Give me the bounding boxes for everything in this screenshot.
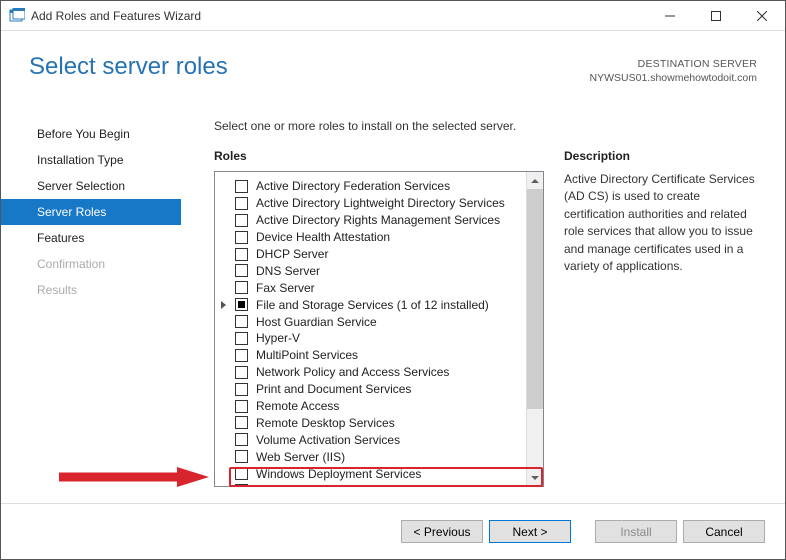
footer: < Previous Next > Install Cancel [1,503,785,559]
role-checkbox[interactable] [235,416,248,429]
role-item[interactable]: Remote Access [235,398,524,415]
role-item[interactable]: File and Storage Services (1 of 12 insta… [235,296,524,313]
role-checkbox[interactable] [235,281,248,294]
close-button[interactable] [739,1,785,31]
role-checkbox[interactable] [235,264,248,277]
next-button[interactable]: Next > [489,520,571,543]
role-label: Windows Deployment Services [256,467,421,481]
role-label: Web Server (IIS) [256,450,345,464]
role-item[interactable]: Active Directory Lightweight Directory S… [235,195,524,212]
role-label: Print and Document Services [256,382,411,396]
role-item[interactable]: MultiPoint Services [235,347,524,364]
role-item[interactable]: Remote Desktop Services [235,414,524,431]
role-item[interactable]: Hyper-V [235,330,524,347]
window-controls [647,1,785,31]
role-label: DHCP Server [256,247,328,261]
role-item[interactable]: Windows Deployment Services [235,465,524,482]
role-item[interactable]: Device Health Attestation [235,229,524,246]
role-item[interactable]: Active Directory Rights Management Servi… [235,212,524,229]
role-label: Remote Desktop Services [256,416,395,430]
role-item[interactable]: Web Server (IIS) [235,448,524,465]
role-label: Device Health Attestation [256,230,390,244]
role-checkbox[interactable] [235,366,248,379]
wizard-step-installation-type[interactable]: Installation Type [1,147,181,173]
role-label: Active Directory Lightweight Directory S… [256,196,505,210]
role-checkbox[interactable] [235,231,248,244]
wizard-step-server-selection[interactable]: Server Selection [1,173,181,199]
role-item[interactable]: Host Guardian Service [235,313,524,330]
description-column: Description Active Directory Certificate… [564,149,757,503]
roles-column: Roles Active Directory Federation Servic… [214,149,544,503]
cancel-button[interactable]: Cancel [683,520,765,543]
role-label: Host Guardian Service [256,315,377,329]
role-label: File and Storage Services (1 of 12 insta… [256,298,489,312]
role-checkbox[interactable] [235,433,248,446]
destination-label: DESTINATION SERVER [590,57,757,71]
role-item[interactable]: Network Policy and Access Services [235,364,524,381]
role-label: Network Policy and Access Services [256,365,449,379]
role-checkbox[interactable] [235,214,248,227]
wizard-icon [9,8,25,24]
role-checkbox[interactable] [235,349,248,362]
role-item[interactable]: Print and Document Services [235,381,524,398]
role-checkbox[interactable] [235,467,248,480]
page-title: Select server roles [29,53,228,81]
role-label: DNS Server [256,264,320,278]
expand-icon[interactable] [221,301,226,309]
role-checkbox[interactable] [235,315,248,328]
install-button[interactable]: Install [595,520,677,543]
wizard-steps-sidebar: Before You BeginInstallation TypeServer … [1,109,181,503]
role-checkbox[interactable] [235,484,248,486]
scrollbar[interactable] [526,172,543,486]
scroll-thumb[interactable] [527,189,543,409]
scroll-up-button[interactable] [527,172,543,189]
wizard-step-results: Results [1,277,181,303]
wizard-step-server-roles[interactable]: Server Roles [1,199,181,225]
role-checkbox[interactable] [235,180,248,193]
instruction-text: Select one or more roles to install on t… [214,119,757,133]
description-text: Active Directory Certificate Services (A… [564,171,755,275]
role-checkbox[interactable] [235,450,248,463]
scroll-down-button[interactable] [527,469,543,486]
main-panel: Select one or more roles to install on t… [181,109,785,503]
role-label: MultiPoint Services [256,348,358,362]
role-checkbox[interactable] [235,332,248,345]
destination-server: NYWSUS01.showmehowtodoit.com [590,71,757,85]
wizard-step-confirmation: Confirmation [1,251,181,277]
minimize-button[interactable] [647,1,693,31]
role-label: Volume Activation Services [256,433,400,447]
role-checkbox[interactable] [235,298,248,311]
role-label: Active Directory Rights Management Servi… [256,213,500,227]
role-item[interactable]: Volume Activation Services [235,431,524,448]
role-label: Fax Server [256,281,315,295]
role-checkbox[interactable] [235,400,248,413]
window-title: Add Roles and Features Wizard [31,9,201,23]
role-checkbox[interactable] [235,197,248,210]
wizard-step-before-you-begin[interactable]: Before You Begin [1,121,181,147]
role-item[interactable]: DHCP Server [235,246,524,263]
destination-block: DESTINATION SERVER NYWSUS01.showmehowtod… [590,53,757,85]
previous-button[interactable]: < Previous [401,520,483,543]
role-label: Remote Access [256,399,339,413]
description-label: Description [564,149,755,163]
role-label: Windows Server Essentials Experience [256,483,465,486]
role-checkbox[interactable] [235,248,248,261]
header: Select server roles DESTINATION SERVER N… [1,31,785,99]
role-checkbox[interactable] [235,383,248,396]
role-item[interactable]: Active Directory Federation Services [235,178,524,195]
roles-listbox: Active Directory Federation Services Acti… [214,171,544,487]
role-label: Hyper-V [256,331,300,345]
maximize-button[interactable] [693,1,739,31]
role-item[interactable]: Fax Server [235,279,524,296]
roles-label: Roles [214,149,544,163]
role-item[interactable]: DNS Server [235,262,524,279]
role-item[interactable]: Windows Server Essentials Experience [235,482,524,486]
title-bar: Add Roles and Features Wizard [1,1,785,31]
role-label: Active Directory Federation Services [256,179,450,193]
wizard-step-features[interactable]: Features [1,225,181,251]
